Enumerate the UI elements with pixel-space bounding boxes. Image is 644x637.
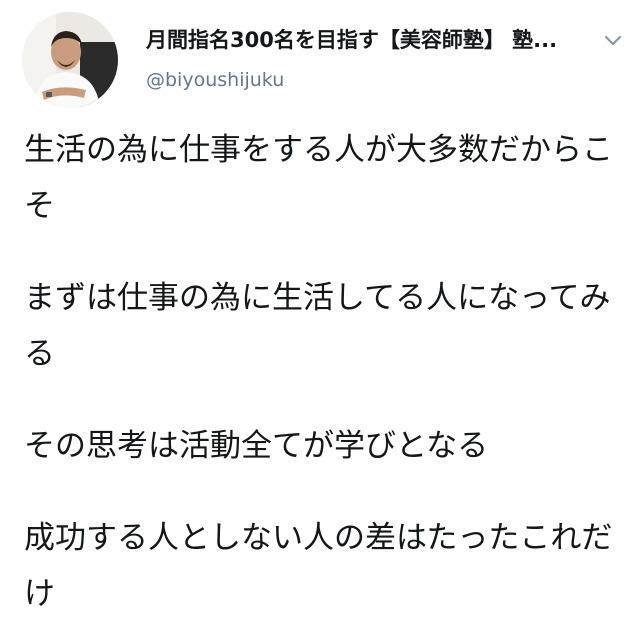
tweet-text: 生活の為に仕事をする人が大多数だからこそ まずは仕事の為に生活してる人になってみ… xyxy=(24,122,628,622)
avatar[interactable] xyxy=(22,12,118,108)
tweet-paragraph-4: 成功する人としない人の差はたったこれだけ xyxy=(24,520,613,612)
display-name[interactable]: 月間指名300名を目指す【美容師塾】 塾... xyxy=(146,26,586,54)
tweet-paragraph-2: まずは仕事の為に生活してる人になってみる xyxy=(24,280,611,372)
tweet-paragraph-3: その思考は活動全てが学びとなる xyxy=(24,428,489,464)
avatar-image xyxy=(22,12,118,108)
tweet-card: 月間指名300名を目指す【美容師塾】 塾... @biyoushijuku 生活… xyxy=(0,0,644,637)
tweet-paragraph-1: 生活の為に仕事をする人が大多数だからこそ xyxy=(24,132,613,224)
more-options-button[interactable] xyxy=(600,28,626,54)
user-handle[interactable]: @biyoushijuku xyxy=(146,68,284,92)
chevron-down-icon xyxy=(604,35,622,46)
